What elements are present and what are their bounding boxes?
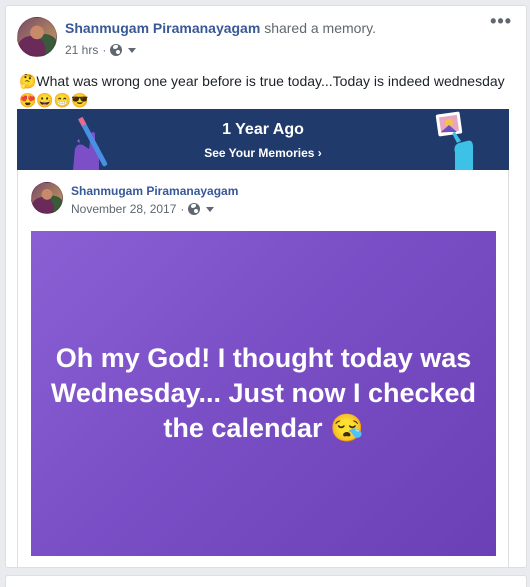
memory-post-card: Shanmugam Piramanayagam shared a memory.…: [5, 5, 527, 568]
shared-post-author[interactable]: Shanmugam Piramanayagam: [71, 184, 238, 198]
globe-icon[interactable]: [110, 44, 123, 56]
post-meta: 21 hrs ·: [65, 43, 137, 57]
post-emojis: 😍😀😁😎: [19, 92, 89, 108]
chevron-down-icon[interactable]: [206, 206, 215, 212]
post-timestamp[interactable]: 21 hrs: [65, 43, 98, 57]
hand-with-photo-icon: [435, 111, 473, 170]
post-header: Shanmugam Piramanayagam shared a memory.: [65, 20, 376, 36]
post-body-text: 🤔What was wrong one year before is true …: [19, 73, 505, 89]
meta-separator: ·: [102, 43, 107, 57]
globe-icon[interactable]: [188, 203, 201, 215]
meta-separator: ·: [180, 202, 185, 216]
next-card-edge: [5, 575, 527, 587]
colored-background-post[interactable]: Oh my God! I thought today was Wednesday…: [31, 231, 496, 556]
more-options-icon[interactable]: •••: [490, 12, 512, 30]
post-text: 🤔What was wrong one year before is true …: [19, 72, 519, 110]
author-link[interactable]: Shanmugam Piramanayagam: [65, 20, 260, 36]
avatar[interactable]: [17, 17, 57, 57]
shared-post-avatar[interactable]: [31, 182, 63, 214]
colored-post-text: Oh my God! I thought today was Wednesday…: [50, 343, 477, 443]
shared-post: Shanmugam Piramanayagam November 28, 201…: [17, 170, 509, 568]
chevron-down-icon[interactable]: [128, 47, 137, 53]
post-action-text: shared a memory.: [264, 20, 376, 36]
shared-post-date[interactable]: November 28, 2017: [71, 202, 176, 216]
shared-post-meta: November 28, 2017 ·: [71, 202, 215, 216]
memory-banner[interactable]: 1 Year Ago See Your Memories ›: [17, 109, 509, 170]
